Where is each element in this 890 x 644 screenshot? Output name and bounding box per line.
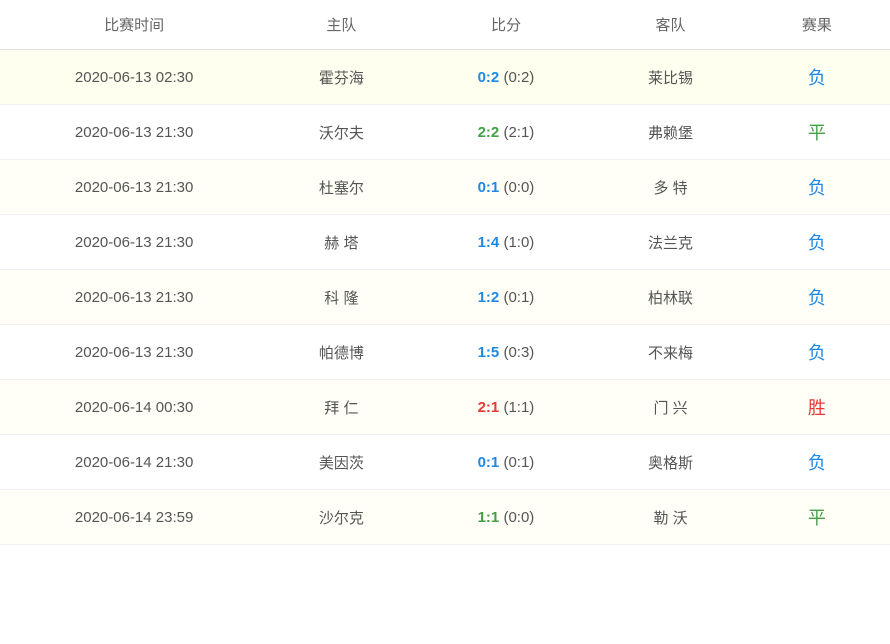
match-time: 2020-06-13 21:30 [0, 215, 268, 270]
match-result: 平 [744, 490, 890, 545]
match-score: 0:1 (0:0) [415, 160, 598, 215]
match-score: 2:1 (1:1) [415, 380, 598, 435]
away-team: 莱比锡 [597, 50, 743, 105]
away-team: 勒 沃 [597, 490, 743, 545]
table-row: 2020-06-14 00:30拜 仁2:1 (1:1)门 兴胜 [0, 380, 890, 435]
table-row: 2020-06-13 21:30科 隆1:2 (0:1)柏林联负 [0, 270, 890, 325]
header-time: 比赛时间 [0, 0, 268, 50]
match-score: 1:2 (0:1) [415, 270, 598, 325]
home-team: 美因茨 [268, 435, 414, 490]
matches-table: 比赛时间 主队 比分 客队 赛果 2020-06-13 02:30霍芬海0:2 … [0, 0, 890, 545]
match-score: 0:1 (0:1) [415, 435, 598, 490]
header-home: 主队 [268, 0, 414, 50]
home-team: 拜 仁 [268, 380, 414, 435]
match-time: 2020-06-14 21:30 [0, 435, 268, 490]
match-score: 0:2 (0:2) [415, 50, 598, 105]
match-result: 负 [744, 270, 890, 325]
match-score: 2:2 (2:1) [415, 105, 598, 160]
home-team: 科 隆 [268, 270, 414, 325]
header-result: 赛果 [744, 0, 890, 50]
home-team: 赫 塔 [268, 215, 414, 270]
match-time: 2020-06-14 00:30 [0, 380, 268, 435]
match-result: 负 [744, 215, 890, 270]
match-time: 2020-06-13 21:30 [0, 325, 268, 380]
match-time: 2020-06-13 02:30 [0, 50, 268, 105]
home-team: 沙尔克 [268, 490, 414, 545]
match-score: 1:5 (0:3) [415, 325, 598, 380]
table-row: 2020-06-13 02:30霍芬海0:2 (0:2)莱比锡负 [0, 50, 890, 105]
match-result: 负 [744, 50, 890, 105]
away-team: 门 兴 [597, 380, 743, 435]
match-score: 1:1 (0:0) [415, 490, 598, 545]
table-row: 2020-06-14 23:59沙尔克1:1 (0:0)勒 沃平 [0, 490, 890, 545]
home-team: 霍芬海 [268, 50, 414, 105]
match-result: 负 [744, 325, 890, 380]
match-time: 2020-06-13 21:30 [0, 105, 268, 160]
table-row: 2020-06-14 21:30美因茨0:1 (0:1)奥格斯负 [0, 435, 890, 490]
match-time: 2020-06-13 21:30 [0, 160, 268, 215]
match-result: 平 [744, 105, 890, 160]
away-team: 弗赖堡 [597, 105, 743, 160]
home-team: 杜塞尔 [268, 160, 414, 215]
away-team: 法兰克 [597, 215, 743, 270]
header-away: 客队 [597, 0, 743, 50]
match-result: 负 [744, 435, 890, 490]
table-header-row: 比赛时间 主队 比分 客队 赛果 [0, 0, 890, 50]
match-result: 负 [744, 160, 890, 215]
table-row: 2020-06-13 21:30沃尔夫2:2 (2:1)弗赖堡平 [0, 105, 890, 160]
header-score: 比分 [415, 0, 598, 50]
table-row: 2020-06-13 21:30帕德博1:5 (0:3)不来梅负 [0, 325, 890, 380]
away-team: 不来梅 [597, 325, 743, 380]
match-time: 2020-06-14 23:59 [0, 490, 268, 545]
home-team: 帕德博 [268, 325, 414, 380]
matches-table-container: 比赛时间 主队 比分 客队 赛果 2020-06-13 02:30霍芬海0:2 … [0, 0, 890, 545]
match-score: 1:4 (1:0) [415, 215, 598, 270]
home-team: 沃尔夫 [268, 105, 414, 160]
match-result: 胜 [744, 380, 890, 435]
away-team: 柏林联 [597, 270, 743, 325]
table-row: 2020-06-13 21:30赫 塔1:4 (1:0)法兰克负 [0, 215, 890, 270]
table-row: 2020-06-13 21:30杜塞尔0:1 (0:0)多 特负 [0, 160, 890, 215]
away-team: 多 特 [597, 160, 743, 215]
match-time: 2020-06-13 21:30 [0, 270, 268, 325]
away-team: 奥格斯 [597, 435, 743, 490]
